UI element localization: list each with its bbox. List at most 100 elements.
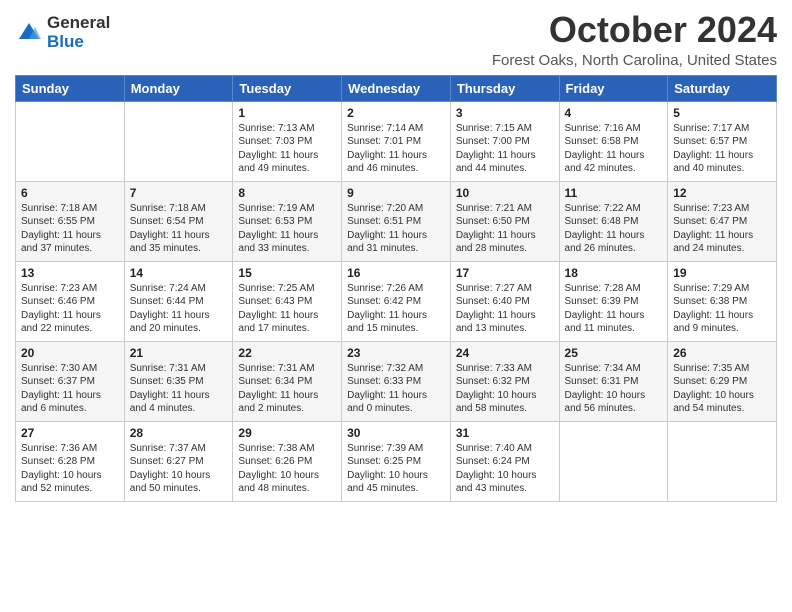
day-info: Sunrise: 7:33 AM Sunset: 6:32 PM Dayligh… [456,362,554,416]
day-cell [559,421,668,501]
day-cell: 21 Sunrise: 7:31 AM Sunset: 6:35 PM Dayli… [124,341,233,421]
day-cell: 25 Sunrise: 7:34 AM Sunset: 6:31 PM Dayli… [559,341,668,421]
week-row-3: 13 Sunrise: 7:23 AM Sunset: 6:46 PM Dayli… [16,261,777,341]
day-info: Sunrise: 7:13 AM Sunset: 7:03 PM Dayligh… [238,122,336,176]
weekday-header-friday: Friday [559,75,668,101]
week-row-5: 27Sunrise: 7:36 AM Sunset: 6:28 PM Dayli… [16,421,777,501]
day-cell: 28 Sunrise: 7:37 AM Sunset: 6:27 PM Dayli… [124,421,233,501]
weekday-header-tuesday: Tuesday [233,75,342,101]
day-info: Sunrise: 7:28 AM Sunset: 6:39 PM Dayligh… [565,282,663,336]
day-info: Sunrise: 7:31 AM Sunset: 6:34 PM Dayligh… [238,362,336,416]
day-number: 12 [673,186,771,200]
logo-blue: Blue [47,33,110,52]
day-info: Sunrise: 7:23 AM Sunset: 6:46 PM Dayligh… [21,282,119,336]
page: General Blue October 2024 Forest Oaks, N… [0,0,792,612]
weekday-header-monday: Monday [124,75,233,101]
day-info: Sunrise: 7:32 AM Sunset: 6:33 PM Dayligh… [347,362,445,416]
day-number: 17 [456,266,554,280]
day-number: 31 [456,426,554,440]
weekday-header-thursday: Thursday [450,75,559,101]
logo-text: General Blue [47,14,110,51]
day-cell: 29Sunrise: 7:38 AM Sunset: 6:26 PM Dayli… [233,421,342,501]
day-number: 18 [565,266,663,280]
day-info: Sunrise: 7:14 AM Sunset: 7:01 PM Dayligh… [347,122,445,176]
day-cell: 9Sunrise: 7:20 AM Sunset: 6:51 PM Daylig… [342,181,451,261]
day-number: 28 [130,426,228,440]
day-cell: 5Sunrise: 7:17 AM Sunset: 6:57 PM Daylig… [668,101,777,181]
day-number: 6 [21,186,119,200]
day-number: 19 [673,266,771,280]
day-number: 3 [456,106,554,120]
day-info: Sunrise: 7:23 AM Sunset: 6:47 PM Dayligh… [673,202,771,256]
day-info: Sunrise: 7:37 AM Sunset: 6:27 PM Dayligh… [130,442,228,496]
day-info: Sunrise: 7:35 AM Sunset: 6:29 PM Dayligh… [673,362,771,416]
logo: General Blue [15,14,110,51]
day-cell: 31Sunrise: 7:40 AM Sunset: 6:24 PM Dayli… [450,421,559,501]
day-cell: 7 Sunrise: 7:18 AM Sunset: 6:54 PM Daylig… [124,181,233,261]
week-row-2: 6 Sunrise: 7:18 AM Sunset: 6:55 PM Daylig… [16,181,777,261]
day-cell: 16 Sunrise: 7:26 AM Sunset: 6:42 PM Dayli… [342,261,451,341]
day-info: Sunrise: 7:24 AM Sunset: 6:44 PM Dayligh… [130,282,228,336]
day-cell: 13 Sunrise: 7:23 AM Sunset: 6:46 PM Dayli… [16,261,125,341]
day-number: 26 [673,346,771,360]
day-cell: 30Sunrise: 7:39 AM Sunset: 6:25 PM Dayli… [342,421,451,501]
day-number: 21 [130,346,228,360]
day-cell: 4Sunrise: 7:16 AM Sunset: 6:58 PM Daylig… [559,101,668,181]
day-info: Sunrise: 7:18 AM Sunset: 6:55 PM Dayligh… [21,202,119,256]
day-cell: 22 Sunrise: 7:31 AM Sunset: 6:34 PM Dayli… [233,341,342,421]
day-number: 8 [238,186,336,200]
day-info: Sunrise: 7:22 AM Sunset: 6:48 PM Dayligh… [565,202,663,256]
day-cell: 19Sunrise: 7:29 AM Sunset: 6:38 PM Dayli… [668,261,777,341]
day-info: Sunrise: 7:17 AM Sunset: 6:57 PM Dayligh… [673,122,771,176]
day-info: Sunrise: 7:39 AM Sunset: 6:25 PM Dayligh… [347,442,445,496]
weekday-header-row: SundayMondayTuesdayWednesdayThursdayFrid… [16,75,777,101]
day-number: 1 [238,106,336,120]
day-info: Sunrise: 7:31 AM Sunset: 6:35 PM Dayligh… [130,362,228,416]
day-number: 27 [21,426,119,440]
day-number: 14 [130,266,228,280]
day-number: 13 [21,266,119,280]
day-cell: 2 Sunrise: 7:14 AM Sunset: 7:01 PM Daylig… [342,101,451,181]
logo-general: General [47,14,110,33]
day-number: 20 [21,346,119,360]
day-info: Sunrise: 7:38 AM Sunset: 6:26 PM Dayligh… [238,442,336,496]
day-info: Sunrise: 7:18 AM Sunset: 6:54 PM Dayligh… [130,202,228,256]
day-info: Sunrise: 7:25 AM Sunset: 6:43 PM Dayligh… [238,282,336,336]
day-cell: 6 Sunrise: 7:18 AM Sunset: 6:55 PM Daylig… [16,181,125,261]
week-row-1: 1 Sunrise: 7:13 AM Sunset: 7:03 PM Daylig… [16,101,777,181]
day-cell: 24Sunrise: 7:33 AM Sunset: 6:32 PM Dayli… [450,341,559,421]
day-cell: 26 Sunrise: 7:35 AM Sunset: 6:29 PM Dayli… [668,341,777,421]
day-cell: 3 Sunrise: 7:15 AM Sunset: 7:00 PM Daylig… [450,101,559,181]
calendar-table: SundayMondayTuesdayWednesdayThursdayFrid… [15,75,777,502]
header-area: General Blue October 2024 Forest Oaks, N… [15,10,777,69]
week-row-4: 20 Sunrise: 7:30 AM Sunset: 6:37 PM Dayli… [16,341,777,421]
day-cell: 11 Sunrise: 7:22 AM Sunset: 6:48 PM Dayli… [559,181,668,261]
day-number: 16 [347,266,445,280]
day-cell: 17Sunrise: 7:27 AM Sunset: 6:40 PM Dayli… [450,261,559,341]
day-cell: 14 Sunrise: 7:24 AM Sunset: 6:44 PM Dayli… [124,261,233,341]
day-number: 15 [238,266,336,280]
day-number: 11 [565,186,663,200]
day-cell: 10Sunrise: 7:21 AM Sunset: 6:50 PM Dayli… [450,181,559,261]
day-info: Sunrise: 7:20 AM Sunset: 6:51 PM Dayligh… [347,202,445,256]
day-cell: 23Sunrise: 7:32 AM Sunset: 6:33 PM Dayli… [342,341,451,421]
day-info: Sunrise: 7:34 AM Sunset: 6:31 PM Dayligh… [565,362,663,416]
day-number: 2 [347,106,445,120]
day-cell: 20 Sunrise: 7:30 AM Sunset: 6:37 PM Dayli… [16,341,125,421]
day-number: 4 [565,106,663,120]
day-cell: 18 Sunrise: 7:28 AM Sunset: 6:39 PM Dayli… [559,261,668,341]
day-cell: 8Sunrise: 7:19 AM Sunset: 6:53 PM Daylig… [233,181,342,261]
logo-icon [15,19,43,47]
day-info: Sunrise: 7:30 AM Sunset: 6:37 PM Dayligh… [21,362,119,416]
day-number: 22 [238,346,336,360]
weekday-header-wednesday: Wednesday [342,75,451,101]
day-number: 10 [456,186,554,200]
day-cell [124,101,233,181]
day-info: Sunrise: 7:15 AM Sunset: 7:00 PM Dayligh… [456,122,554,176]
day-cell [16,101,125,181]
day-cell [668,421,777,501]
day-cell: 1 Sunrise: 7:13 AM Sunset: 7:03 PM Daylig… [233,101,342,181]
day-number: 25 [565,346,663,360]
day-number: 7 [130,186,228,200]
day-info: Sunrise: 7:26 AM Sunset: 6:42 PM Dayligh… [347,282,445,336]
